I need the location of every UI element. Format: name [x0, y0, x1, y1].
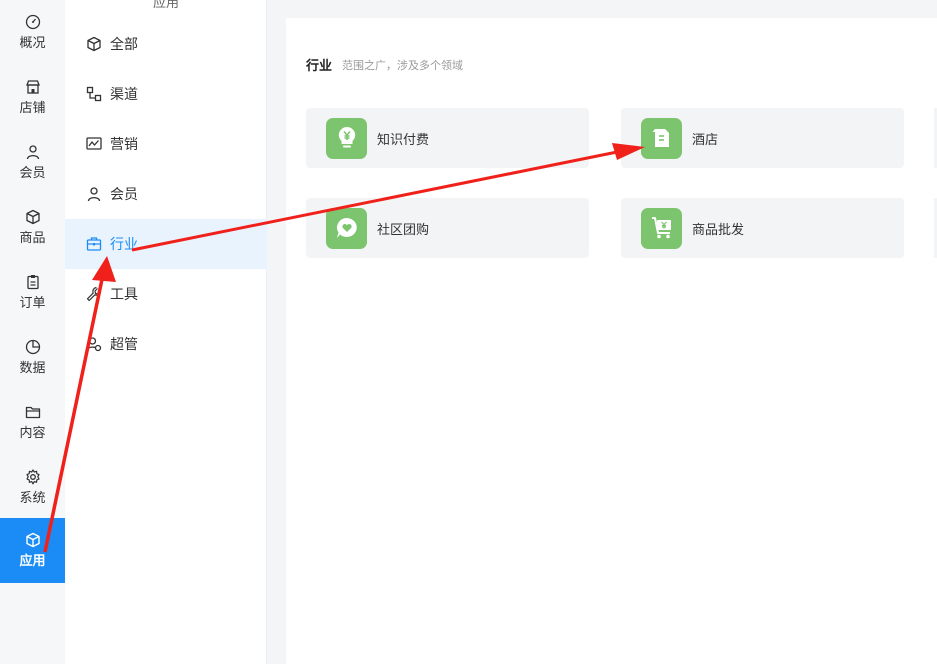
user-icon [26, 144, 39, 159]
rail-item-overview[interactable]: 概况 [0, 0, 65, 65]
cube-icon [25, 532, 40, 547]
rail-item-label: 店铺 [19, 100, 46, 116]
sidebar-item-channel[interactable]: 渠道 [65, 69, 267, 119]
rail-item-label: 内容 [19, 425, 46, 441]
rail-item-label: 概况 [19, 35, 46, 51]
app-card-hotel[interactable]: 酒店 [621, 108, 904, 168]
app-card-label: 知识付费 [377, 132, 430, 148]
sidebar-item-label: 营销 [110, 137, 138, 153]
briefcase-icon [86, 237, 102, 251]
app-card-icon-badge [641, 117, 682, 159]
rail-item-label: 应用 [19, 553, 46, 569]
user-icon [87, 187, 101, 202]
sidebar-header: 应用 [152, 0, 179, 11]
wrench-icon [86, 286, 102, 302]
trend-monitor-icon [86, 137, 102, 150]
sidebar-item-marketing[interactable]: 营销 [65, 119, 267, 169]
lightbulb-yen-icon [338, 126, 355, 148]
clipboard-icon [26, 274, 39, 289]
storefront-icon [25, 79, 40, 94]
rail-item-orders[interactable]: 订单 [0, 260, 65, 325]
rail-item-goods[interactable]: 商品 [0, 195, 65, 260]
rail-item-data[interactable]: 数据 [0, 325, 65, 390]
channel-nodes-icon [86, 86, 102, 102]
sidebar-item-label: 行业 [110, 237, 138, 253]
apps-content-panel: 行业 范围之广，涉及多个领域 知识付费 酒店 社区团购 商品批发 [286, 18, 937, 664]
sidebar-item-label: 工具 [110, 287, 138, 303]
rail-item-label: 商品 [19, 230, 46, 246]
rail-item-label: 会员 [19, 165, 46, 181]
app-card-knowledge-payment[interactable]: 知识付费 [306, 108, 589, 168]
rail-item-member[interactable]: 会员 [0, 130, 65, 195]
rail-item-system[interactable]: 系统 [0, 455, 65, 520]
app-card-icon-badge [641, 207, 682, 249]
sidebar-item-all[interactable]: 全部 [65, 19, 267, 69]
rail-item-label: 系统 [19, 490, 46, 506]
sidebar-item-tools[interactable]: 工具 [65, 269, 267, 319]
section-subtitle: 范围之广，涉及多个领域 [342, 59, 463, 72]
hotel-document-icon [652, 129, 669, 147]
sidebar-item-member[interactable]: 会员 [65, 169, 267, 219]
rail-item-label: 订单 [19, 295, 46, 311]
cube-icon [87, 36, 101, 52]
app-card-community-group-buy[interactable]: 社区团购 [306, 198, 589, 258]
gear-icon [25, 468, 40, 484]
admin-user-icon [86, 337, 102, 352]
app-card-label: 商品批发 [692, 222, 745, 238]
app-card-label: 酒店 [692, 132, 719, 148]
app-card-icon-badge [326, 117, 367, 159]
app-card-label: 社区团购 [377, 222, 430, 238]
apps-category-sidebar: 应用 全部 渠道 营销 会员 行业 工具 超管 [65, 0, 267, 664]
sidebar-item-label: 渠道 [110, 87, 138, 103]
section-title: 行业 [306, 59, 333, 74]
folder-icon [25, 406, 40, 418]
dashboard-gauge-icon [25, 14, 40, 29]
primary-nav-rail: 概况 店铺 会员 商品 订单 数据 内容 系统 应用 [0, 0, 65, 664]
sidebar-item-superadmin[interactable]: 超管 [65, 319, 267, 369]
rail-item-store[interactable]: 店铺 [0, 65, 65, 130]
rail-item-label: 数据 [19, 360, 46, 376]
sidebar-item-label: 会员 [110, 187, 138, 203]
app-card-icon-badge [326, 207, 367, 249]
chat-heart-icon [336, 218, 357, 238]
rail-item-content[interactable]: 内容 [0, 390, 65, 455]
sidebar-item-industry[interactable]: 行业 [65, 219, 267, 269]
wholesale-cart-icon [651, 217, 671, 239]
rail-item-apps[interactable]: 应用 [0, 518, 65, 583]
sidebar-item-label: 超管 [110, 337, 138, 353]
cube-icon [25, 209, 40, 224]
sidebar-item-label: 全部 [110, 37, 138, 53]
pie-chart-icon [25, 339, 40, 354]
app-card-wholesale[interactable]: 商品批发 [621, 198, 904, 258]
